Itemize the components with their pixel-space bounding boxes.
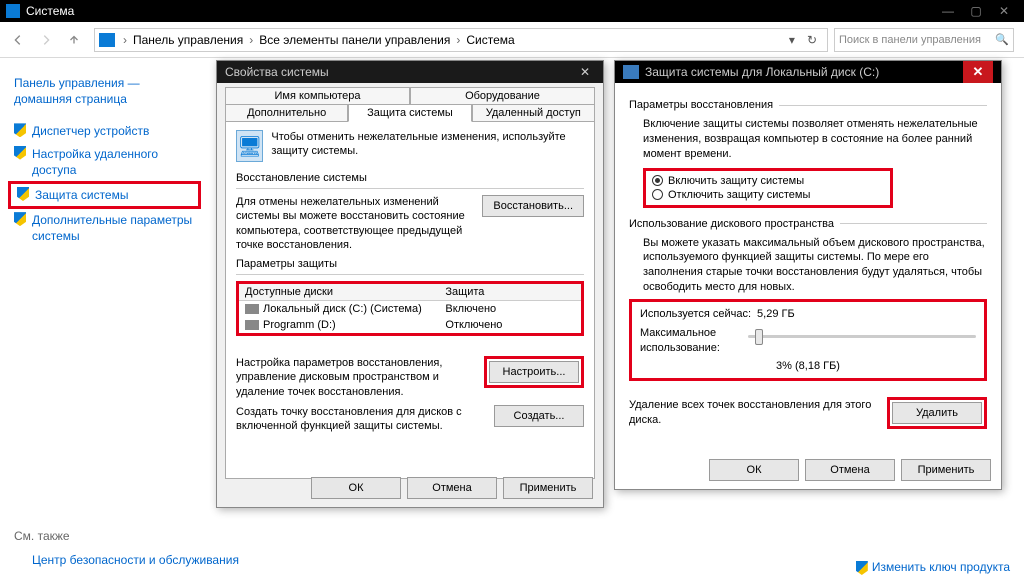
protection-group-legend: Параметры защиты	[236, 258, 584, 270]
create-button[interactable]: Создать...	[494, 405, 584, 427]
col-protection: Защита	[443, 285, 577, 299]
max-usage-label: Максимальное использование:	[640, 326, 740, 356]
create-text: Создать точку восстановления для дисков …	[236, 405, 488, 434]
restore-group-legend: Параметры восстановления	[629, 99, 773, 111]
sidebar: Панель управления — домашняя страница Ди…	[0, 58, 205, 585]
delete-highlight: Удалить	[887, 397, 987, 429]
sidebar-footer: См. также Центр безопасности и обслужива…	[14, 529, 239, 571]
back-button[interactable]	[4, 26, 32, 54]
current-usage-label: Используется сейчас:	[640, 308, 751, 320]
crumb-2[interactable]: Все элементы панели управления	[257, 33, 452, 47]
dialog1-cancel-button[interactable]: Отмена	[407, 477, 497, 499]
usage-group-legend: Использование дискового пространства	[629, 218, 834, 230]
system-properties-dialog: Свойства системы ✕ Имя компьютера Оборуд…	[216, 60, 604, 508]
restore-text: Для отмены нежелательных изменений систе…	[236, 195, 476, 252]
see-also-heading: См. также	[14, 529, 239, 543]
table-row[interactable]: Локальный диск (C:) (Система) Включено	[239, 301, 581, 317]
dialog2-cancel-button[interactable]: Отмена	[805, 459, 895, 481]
tab-hardware[interactable]: Оборудование	[410, 87, 595, 104]
radio-icon	[652, 189, 663, 200]
sidebar-highlight: Защита системы	[8, 181, 201, 209]
close-button[interactable]: ✕	[990, 0, 1018, 22]
configure-button[interactable]: Настроить...	[489, 361, 579, 383]
security-center-link[interactable]: Центр безопасности и обслуживания	[14, 549, 239, 571]
drive-icon	[245, 304, 259, 314]
current-usage-value: 5,29 ГБ	[757, 308, 795, 320]
table-header: Доступные диски Защита	[239, 284, 581, 301]
sidebar-link-device-manager[interactable]: Диспетчер устройств	[14, 120, 197, 142]
dialog2-title-bar: Защита системы для Локальный диск (C:) ✕	[615, 61, 1001, 83]
breadcrumb-icon	[99, 33, 115, 47]
dialog2-ok-button[interactable]: ОК	[709, 459, 799, 481]
sidebar-link-system-protection[interactable]: Защита системы	[11, 184, 198, 206]
nav-bar: › Панель управления › Все элементы панел…	[0, 22, 1024, 58]
dialog2-apply-button[interactable]: Применить	[901, 459, 991, 481]
delete-text: Удаление всех точек восстановления для э…	[629, 398, 877, 427]
col-drives: Доступные диски	[243, 285, 443, 299]
crumb-3[interactable]: Система	[464, 33, 516, 47]
slider-thumb[interactable]	[755, 329, 763, 345]
restore-group-legend: Восстановление системы	[236, 172, 584, 184]
address-dropdown-icon[interactable]: ▾	[783, 33, 801, 47]
protection-table-highlight: Доступные диски Защита Локальный диск (C…	[236, 281, 584, 336]
configure-highlight: Настроить...	[484, 356, 584, 388]
restore-description: Включение защиты системы позволяет отмен…	[643, 117, 987, 162]
dialog1-title: Свойства системы	[225, 65, 329, 79]
drive-icon	[245, 320, 259, 330]
radio-enable-protection[interactable]: Включить защиту системы	[652, 174, 884, 188]
system-protection-config-dialog: Защита системы для Локальный диск (C:) ✕…	[614, 60, 1002, 490]
window-title: Система	[26, 4, 74, 18]
radio-highlight: Включить защиту системы Отключить защиту…	[643, 168, 893, 208]
tab-computer-name[interactable]: Имя компьютера	[225, 87, 410, 104]
change-product-key-link[interactable]: Изменить ключ продукта	[856, 560, 1010, 575]
dialog2-close-button[interactable]: ✕	[963, 61, 993, 83]
search-icon: 🔍	[995, 33, 1009, 46]
radio-icon	[652, 175, 663, 186]
up-button[interactable]	[60, 26, 88, 54]
tab-panel: 🖥 Чтобы отменить нежелательные изменения…	[225, 121, 595, 479]
dialog1-apply-button[interactable]: Применить	[503, 477, 593, 499]
delete-button[interactable]: Удалить	[892, 402, 982, 424]
title-bar: Система — ▢ ✕	[0, 0, 1024, 22]
system-icon	[6, 4, 20, 18]
usage-highlight: Используется сейчас: 5,29 ГБ Максимально…	[629, 299, 987, 381]
tab-system-protection[interactable]: Защита системы	[348, 104, 471, 122]
sidebar-link-advanced-settings[interactable]: Дополнительные параметры системы	[14, 209, 197, 247]
tab-remote[interactable]: Удаленный доступ	[472, 104, 595, 121]
search-input[interactable]: Поиск в панели управления 🔍	[834, 28, 1014, 52]
system-protection-icon: 🖥	[236, 130, 263, 162]
refresh-icon[interactable]: ↻	[801, 33, 823, 47]
sidebar-link-remote-settings[interactable]: Настройка удаленного доступа	[14, 143, 197, 181]
tab-advanced[interactable]: Дополнительно	[225, 104, 348, 121]
restore-button[interactable]: Восстановить...	[482, 195, 584, 217]
configure-text: Настройка параметров восстановления, упр…	[236, 356, 478, 399]
usage-description: Вы можете указать максимальный объем дис…	[643, 236, 987, 295]
drive-icon	[623, 65, 639, 79]
maximize-button[interactable]: ▢	[962, 0, 990, 22]
crumb-1[interactable]: Панель управления	[131, 33, 245, 47]
table-row[interactable]: Programm (D:) Отключено	[239, 317, 581, 333]
dialog1-ok-button[interactable]: ОК	[311, 477, 401, 499]
radio-disable-protection[interactable]: Отключить защиту системы	[652, 188, 884, 202]
minimize-button[interactable]: —	[934, 0, 962, 22]
search-placeholder: Поиск в панели управления	[839, 34, 981, 46]
max-usage-slider[interactable]	[748, 326, 976, 346]
dialog2-title: Защита системы для Локальный диск (C:)	[645, 65, 879, 79]
forward-button[interactable]	[32, 26, 60, 54]
breadcrumb[interactable]: › Панель управления › Все элементы панел…	[94, 28, 828, 52]
control-panel-home-link[interactable]: Панель управления — домашняя страница	[14, 72, 197, 110]
intro-text: Чтобы отменить нежелательные изменения, …	[271, 130, 584, 159]
slider-value: 3% (8,18 ГБ)	[640, 360, 976, 372]
dialog1-title-bar: Свойства системы ✕	[217, 61, 603, 83]
dialog1-close-button[interactable]: ✕	[575, 65, 595, 79]
